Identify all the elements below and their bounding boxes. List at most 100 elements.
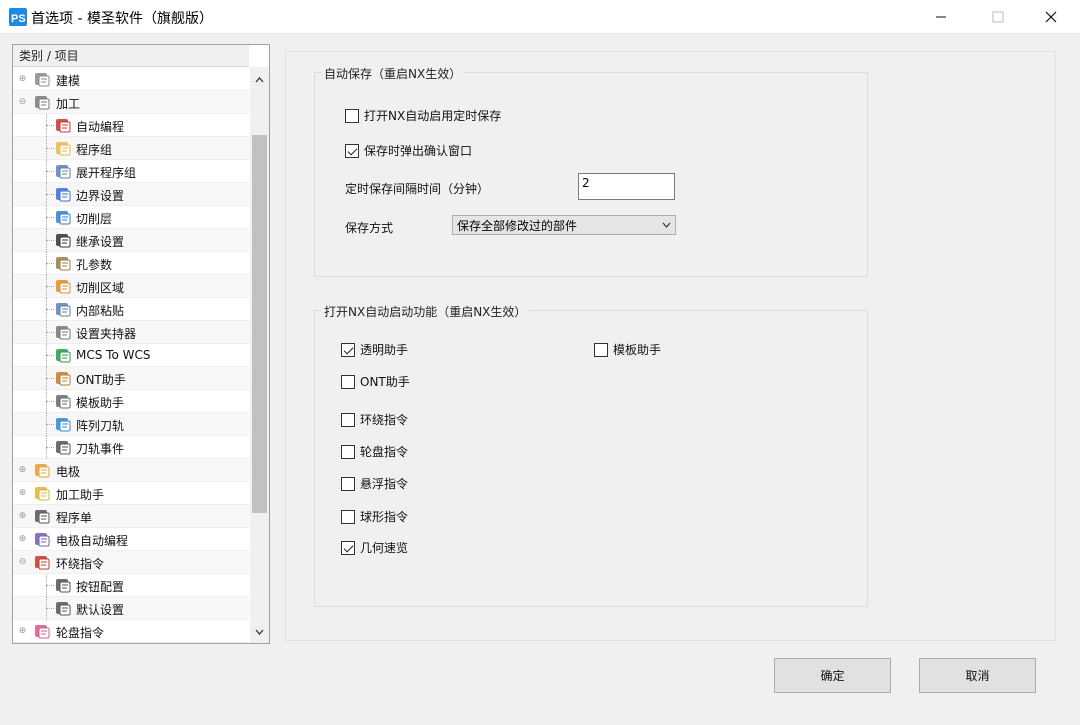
template-assistant-icon — [56, 395, 71, 409]
confirm-popup-label: 保存时弹出确认窗口 — [364, 144, 473, 158]
scroll-down-button[interactable] — [250, 623, 269, 641]
tree-item-label: 电极自动编程 — [56, 534, 129, 548]
default-settings-icon — [56, 602, 71, 616]
checkbox-box[interactable] — [594, 342, 608, 357]
tree-item[interactable]: ONT助手 — [13, 367, 249, 390]
chevron-up-icon — [255, 77, 264, 83]
tree-item[interactable]: 孔参数 — [13, 252, 249, 275]
tree-item[interactable]: ⊕ 电极 — [13, 459, 249, 482]
collapse-icon[interactable]: ⊖ — [18, 98, 27, 107]
tree-item[interactable]: ⊕ 加工助手 — [13, 482, 249, 505]
tree-item-label: 建模 — [56, 74, 81, 88]
scroll-up-button[interactable] — [250, 71, 269, 89]
autostart-option-checkbox[interactable]: 透明助手 — [341, 341, 408, 358]
close-icon — [1045, 11, 1057, 23]
checkbox-box[interactable] — [345, 143, 359, 158]
electrode-auto-program-icon — [35, 533, 50, 547]
tree-item[interactable]: 展开程序组 — [13, 160, 249, 183]
expand-icon[interactable]: ⊕ — [18, 535, 27, 544]
autostart-option-checkbox[interactable]: 轮盘指令 — [341, 443, 408, 460]
cancel-button[interactable]: 取消 — [919, 658, 1036, 693]
tree-connector — [46, 125, 54, 126]
autostart-option-checkbox[interactable]: 悬浮指令 — [341, 475, 408, 492]
autostart-option-checkbox[interactable]: 球形指令 — [341, 508, 408, 525]
tree-item[interactable]: ⊕ 程序单 — [13, 505, 249, 528]
scroll-thumb[interactable] — [252, 135, 267, 513]
interval-input[interactable]: 2 — [578, 173, 675, 200]
autostart-group: 打开NX自动启动功能（重启NX生效） 透明助手 模板助手 ONT助手 环绕指令 轮盘指令… — [314, 303, 868, 607]
tree-connector — [46, 217, 54, 218]
save-mode-value: 保存全部修改过的部件 — [457, 218, 578, 233]
tree-connector — [46, 171, 54, 172]
autostart-option-checkbox[interactable]: ONT助手 — [341, 373, 410, 390]
expand-icon[interactable]: ⊕ — [18, 75, 27, 84]
expand-icon[interactable]: ⊕ — [18, 627, 27, 636]
ok-button[interactable]: 确定 — [774, 658, 891, 693]
tree-item[interactable]: 默认设置 — [13, 597, 249, 620]
svg-text:PS: PS — [11, 13, 26, 25]
tree-header: 类别 / 项目 — [13, 45, 249, 67]
close-button[interactable] — [1028, 0, 1074, 34]
tree-connector — [46, 309, 54, 310]
checkbox-box[interactable] — [341, 444, 355, 459]
autostart-option-label: 模板助手 — [613, 343, 662, 357]
tree-item[interactable]: ⊕ 轮盘指令 — [13, 620, 249, 643]
autostart-option-label: 环绕指令 — [360, 413, 409, 427]
autostart-option-checkbox[interactable]: 几何速览 — [341, 539, 408, 556]
autostart-option-label: 轮盘指令 — [360, 445, 409, 459]
tree-connector — [46, 240, 54, 241]
tree-item-label: 默认设置 — [76, 603, 125, 617]
expand-icon[interactable]: ⊕ — [18, 466, 27, 475]
tree-item-label: 切削区域 — [76, 281, 125, 295]
expand-icon[interactable]: ⊕ — [18, 512, 27, 521]
checkbox-box[interactable] — [341, 374, 355, 389]
tree-item[interactable]: 按钮配置 — [13, 574, 249, 597]
tree-item[interactable]: 模板助手 — [13, 390, 249, 413]
save-mode-select[interactable]: 保存全部修改过的部件 — [452, 215, 676, 235]
autostart-option-checkbox[interactable]: 模板助手 — [594, 341, 661, 358]
expand-icon[interactable]: ⊕ — [18, 489, 27, 498]
program-sheet-icon — [35, 510, 50, 524]
autostart-option-checkbox[interactable]: 环绕指令 — [341, 411, 408, 428]
tree-item[interactable]: 刀轨事件 — [13, 436, 249, 459]
tree-item[interactable]: 设置夹持器 — [13, 321, 249, 344]
internal-paste-icon — [56, 303, 71, 317]
machining-icon — [35, 96, 50, 110]
category-tree[interactable]: 类别 / 项目 ⊕ 建模 ⊖ 加工 自动编程程序组展开程序组 边界设置 切削层 继承设置 孔参数… — [12, 44, 270, 644]
tree-item-label: 加工助手 — [56, 488, 105, 502]
tree-item[interactable]: 阵列刀轨 — [13, 413, 249, 436]
tree-item[interactable]: MCS To WCS — [13, 344, 249, 367]
checkbox-box[interactable] — [341, 412, 355, 427]
tree-item[interactable]: ⊖ 环绕指令 — [13, 551, 249, 574]
tree-connector — [46, 401, 54, 402]
tree-item[interactable]: ⊖ 加工 — [13, 91, 249, 114]
checkbox-box[interactable] — [341, 540, 355, 555]
boundary-settings-icon — [56, 188, 71, 202]
collapse-icon[interactable]: ⊖ — [18, 558, 27, 567]
tree-item[interactable]: 边界设置 — [13, 183, 249, 206]
checkbox-box[interactable] — [345, 108, 359, 123]
tree-item-label: 内部粘贴 — [76, 304, 125, 318]
tree-item-label: 模板助手 — [76, 396, 125, 410]
maximize-button — [975, 0, 1021, 34]
confirm-popup-checkbox[interactable]: 保存时弹出确认窗口 — [345, 142, 472, 159]
tree-item-label: 程序组 — [76, 143, 113, 157]
checkbox-box[interactable] — [341, 342, 355, 357]
enable-timer-checkbox[interactable]: 打开NX自动启用定时保存 — [345, 107, 501, 124]
tree-item[interactable]: 切削层 — [13, 206, 249, 229]
tree-scrollbar[interactable] — [250, 67, 269, 643]
tree-item[interactable]: ⊕ 建模 — [13, 68, 249, 91]
tree-item[interactable]: 切削区域 — [13, 275, 249, 298]
autostart-option-label: 几何速览 — [360, 541, 409, 555]
tree-item-label: 电极 — [56, 465, 81, 479]
tree-item[interactable]: ⊕ 电极自动编程 — [13, 528, 249, 551]
minimize-button[interactable] — [918, 0, 964, 34]
tree-item[interactable]: 自动编程 — [13, 114, 249, 137]
mcs-to-wcs-icon — [56, 349, 71, 363]
wrap-command-icon — [35, 556, 50, 570]
tree-item[interactable]: 继承设置 — [13, 229, 249, 252]
tree-item[interactable]: 程序组 — [13, 137, 249, 160]
tree-item[interactable]: 内部粘贴 — [13, 298, 249, 321]
checkbox-box[interactable] — [341, 476, 355, 491]
checkbox-box[interactable] — [341, 509, 355, 524]
